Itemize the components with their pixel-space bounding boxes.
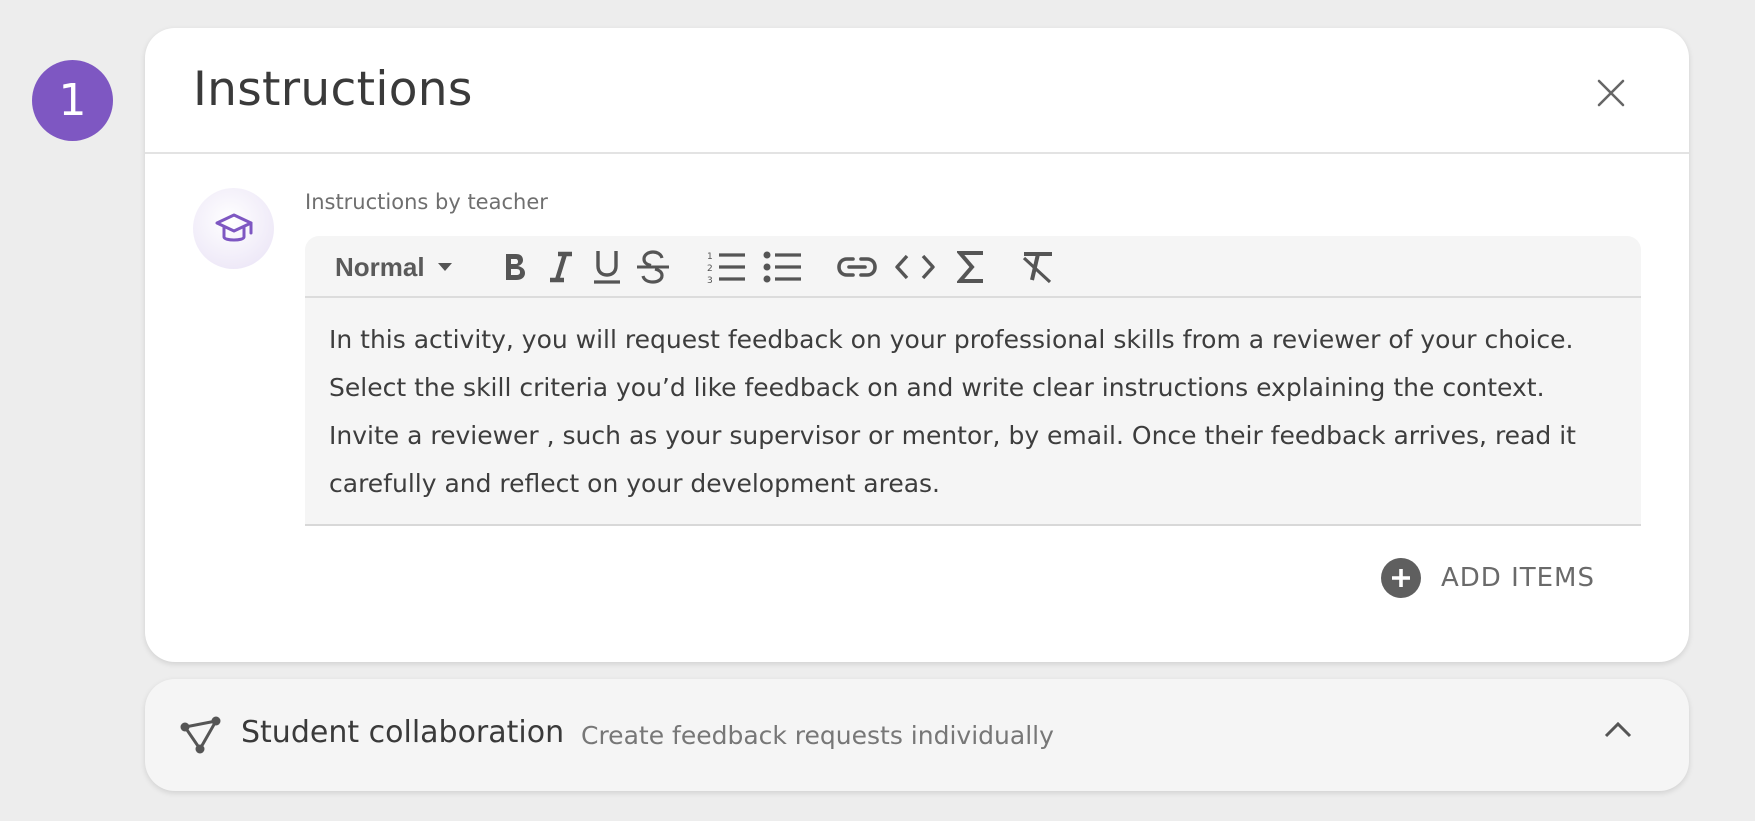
instructions-card: Instructions Instructions by teacher Nor… xyxy=(145,28,1689,662)
bullet-list-icon xyxy=(763,251,801,283)
instructions-by-teacher-label: Instructions by teacher xyxy=(305,190,548,214)
format-select[interactable]: Normal xyxy=(335,246,475,288)
svg-text:3: 3 xyxy=(707,276,713,285)
chevron-up-icon[interactable] xyxy=(1603,719,1633,739)
svg-text:2: 2 xyxy=(707,264,713,274)
underline-icon xyxy=(594,251,620,284)
add-items-label: ADD ITEMS xyxy=(1440,563,1595,593)
strikethrough-icon xyxy=(637,250,669,284)
editor-content[interactable]: In this activity, you will request feedb… xyxy=(305,298,1641,508)
ordered-list-button[interactable]: 1 2 3 xyxy=(705,246,749,288)
formula-button[interactable] xyxy=(953,246,989,288)
card-header: Instructions xyxy=(145,28,1689,154)
code-button[interactable] xyxy=(893,246,937,288)
editor-line: In this activity, you will request feedb… xyxy=(329,325,1574,354)
share-nodes-icon xyxy=(180,716,221,754)
svg-text:1: 1 xyxy=(707,252,713,262)
student-collaboration-panel[interactable]: Student collaboration Create feedback re… xyxy=(145,679,1689,791)
caret-down-icon xyxy=(437,263,452,271)
add-items-button[interactable]: ADD ITEMS xyxy=(1380,558,1595,598)
italic-icon xyxy=(550,251,572,283)
card-title: Instructions xyxy=(193,62,473,117)
link-button[interactable] xyxy=(835,246,879,288)
italic-button[interactable] xyxy=(543,246,579,288)
editor-line: Select the skill criteria you’d like fee… xyxy=(329,373,1545,402)
bullet-list-button[interactable] xyxy=(761,246,805,288)
plus-circle-icon xyxy=(1380,558,1421,598)
editor-line: Invite a reviewer , such as your supervi… xyxy=(329,421,1576,450)
collaboration-title: Student collaboration xyxy=(241,715,565,750)
collaboration-subtitle: Create feedback requests individually xyxy=(581,721,1054,750)
teacher-avatar xyxy=(193,188,274,269)
link-icon xyxy=(837,257,877,277)
close-icon xyxy=(1597,79,1625,107)
bold-button[interactable] xyxy=(497,246,533,288)
code-icon xyxy=(895,254,935,280)
rich-text-editor[interactable]: Normal 1 2 3 In this activity, you will … xyxy=(305,236,1641,526)
step-number-badge: 1 xyxy=(32,60,113,141)
clear-format-icon xyxy=(1022,252,1052,284)
bold-icon xyxy=(506,254,525,280)
graduation-cap-icon xyxy=(215,213,252,241)
format-select-value: Normal xyxy=(335,251,425,282)
close-button[interactable] xyxy=(1591,73,1631,113)
formula-icon xyxy=(957,251,983,283)
editor-toolbar: Normal 1 2 3 xyxy=(305,236,1641,298)
editor-line: carefully and reflect on your developmen… xyxy=(329,469,940,498)
underline-button[interactable] xyxy=(589,246,625,288)
clear-format-button[interactable] xyxy=(1017,246,1057,288)
ordered-list-icon: 1 2 3 xyxy=(707,252,745,285)
strikethrough-button[interactable] xyxy=(633,246,673,288)
